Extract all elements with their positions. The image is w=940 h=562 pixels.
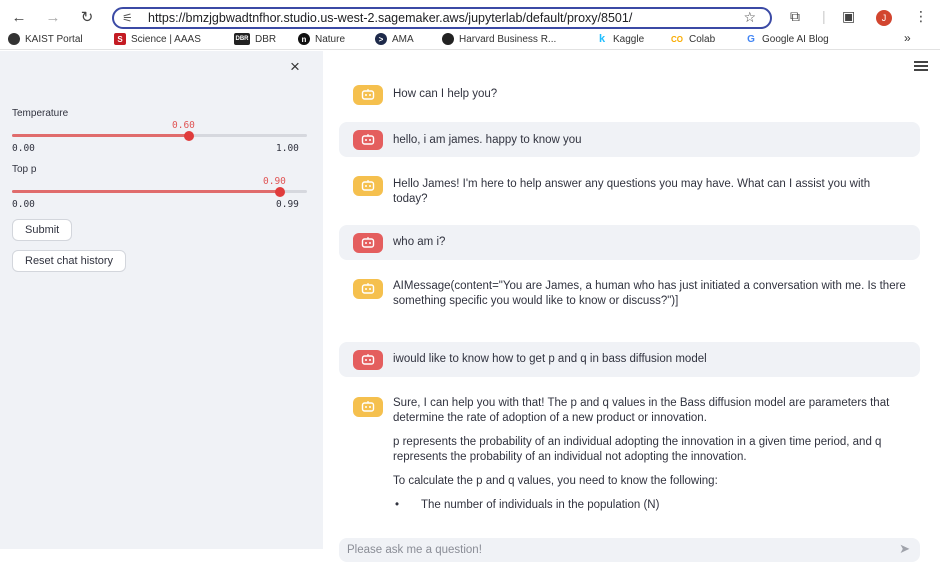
temperature-slider-fill xyxy=(12,134,189,137)
side-panel-icon[interactable]: ▣ xyxy=(842,8,855,25)
close-sidebar-icon[interactable]: × xyxy=(290,57,300,77)
chat-message-user: iwould like to know how to get p and q i… xyxy=(339,342,920,377)
bookmark-science[interactable]: S Science | AAAS xyxy=(114,33,201,45)
chat-message-assistant: AIMessage(content="You are James, a huma… xyxy=(339,269,920,334)
chat-message-user: who am i? xyxy=(339,225,920,260)
chat-message-assistant: Hello James! I'm here to help answer any… xyxy=(339,167,920,217)
bookmark-ama[interactable]: > AMA xyxy=(375,33,414,45)
message-text: iwould like to know how to get p and q i… xyxy=(393,353,707,365)
hamburger-menu-icon[interactable] xyxy=(914,61,928,73)
chat-message-assistant: How can I help you? xyxy=(339,77,920,111)
temperature-max: 1.00 xyxy=(276,143,299,154)
bookmarks-bar: KAIST Portal S Science | AAAS DBR DBR n … xyxy=(0,30,940,50)
message-text: who am i? xyxy=(393,236,446,248)
dbr-icon: DBR xyxy=(234,33,250,45)
top-p-label: Top p xyxy=(12,164,37,175)
temperature-value: 0.60 xyxy=(172,120,195,131)
bookmark-nature[interactable]: n Nature xyxy=(298,33,345,45)
chat-area: How can I help you? hello, i am james. h… xyxy=(323,51,940,562)
bot-avatar-icon xyxy=(353,397,383,417)
colab-icon: CO xyxy=(671,34,683,44)
top-p-slider[interactable] xyxy=(12,187,307,197)
message-text: hello, i am james. happy to know you xyxy=(393,134,582,146)
bookmark-google-ai-blog[interactable]: G Google AI Blog xyxy=(745,33,829,45)
message-text: How can I help you? xyxy=(393,88,498,100)
nature-icon: n xyxy=(298,33,310,45)
list-item: The number of individuals in the populat… xyxy=(393,498,906,513)
site-settings-icon[interactable]: ⚟ xyxy=(122,11,133,25)
ama-icon: > xyxy=(375,33,387,45)
science-icon: S xyxy=(114,33,126,45)
forward-arrow-icon[interactable]: → xyxy=(44,8,62,26)
kebab-menu-icon[interactable]: ⋮ xyxy=(914,8,928,25)
message-text: Sure, I can help you with that! The p an… xyxy=(393,396,906,513)
chat-message-user: hello, i am james. happy to know you xyxy=(339,122,920,157)
bookmark-star-icon[interactable]: ☆ xyxy=(743,9,756,26)
send-icon[interactable]: ➤ xyxy=(899,541,910,557)
sidebar: × Temperature 0.60 0.00 1.00 Top p 0.90 … xyxy=(0,51,323,549)
bullet-list: The number of individuals in the populat… xyxy=(393,498,906,513)
top-p-min: 0.00 xyxy=(12,199,35,210)
bookmark-hbr[interactable]: Harvard Business R... xyxy=(442,33,556,45)
browser-toolbar: ← → ↻ ⚟ https://bmzjgbwadtnfhor.studio.u… xyxy=(0,0,940,34)
temperature-slider[interactable] xyxy=(12,131,307,141)
google-icon: G xyxy=(747,33,755,45)
back-arrow-icon[interactable]: ← xyxy=(10,8,28,26)
top-p-slider-fill xyxy=(12,190,281,193)
message-text: AIMessage(content="You are James, a huma… xyxy=(393,280,906,307)
kaist-icon xyxy=(8,33,20,45)
user-avatar-icon xyxy=(353,350,383,370)
bookmark-kaggle[interactable]: k Kaggle xyxy=(596,33,644,45)
user-avatar-icon xyxy=(353,233,383,253)
divider: | xyxy=(822,8,826,24)
reload-icon[interactable]: ↻ xyxy=(78,8,96,26)
bot-avatar-icon xyxy=(353,176,383,196)
kaggle-icon: k xyxy=(598,33,606,45)
temperature-label: Temperature xyxy=(12,108,69,119)
bookmark-dbr[interactable]: DBR DBR xyxy=(234,33,276,45)
bot-avatar-icon xyxy=(353,279,383,299)
chat-input-box[interactable]: ➤ xyxy=(339,538,920,562)
extensions-icon[interactable]: ⧉ xyxy=(790,8,800,25)
top-p-value: 0.90 xyxy=(263,176,286,187)
bookmark-colab[interactable]: CO Colab xyxy=(670,33,715,45)
reset-chat-history-button[interactable]: Reset chat history xyxy=(12,250,127,272)
hbr-icon xyxy=(442,33,454,45)
temperature-min: 0.00 xyxy=(12,143,35,154)
profile-avatar[interactable]: J xyxy=(876,10,892,26)
chat-input[interactable] xyxy=(347,541,867,559)
bot-avatar-icon xyxy=(353,85,383,105)
bookmark-kaist[interactable]: KAIST Portal xyxy=(8,33,83,45)
user-avatar-icon xyxy=(353,130,383,150)
more-bookmarks-icon[interactable]: » xyxy=(904,31,911,45)
top-p-max: 0.99 xyxy=(276,199,299,210)
chat-message-assistant: Sure, I can help you with that! The p an… xyxy=(339,385,920,535)
submit-button[interactable]: Submit xyxy=(12,219,73,241)
message-text: Hello James! I'm here to help answer any… xyxy=(393,178,871,205)
top-p-slider-thumb[interactable] xyxy=(275,187,286,197)
url-text[interactable]: https://bmzjgbwadtnfhor.studio.us-west-2… xyxy=(148,11,632,25)
temperature-slider-thumb[interactable] xyxy=(184,131,194,141)
address-bar[interactable]: ⚟ https://bmzjgbwadtnfhor.studio.us-west… xyxy=(112,7,772,29)
